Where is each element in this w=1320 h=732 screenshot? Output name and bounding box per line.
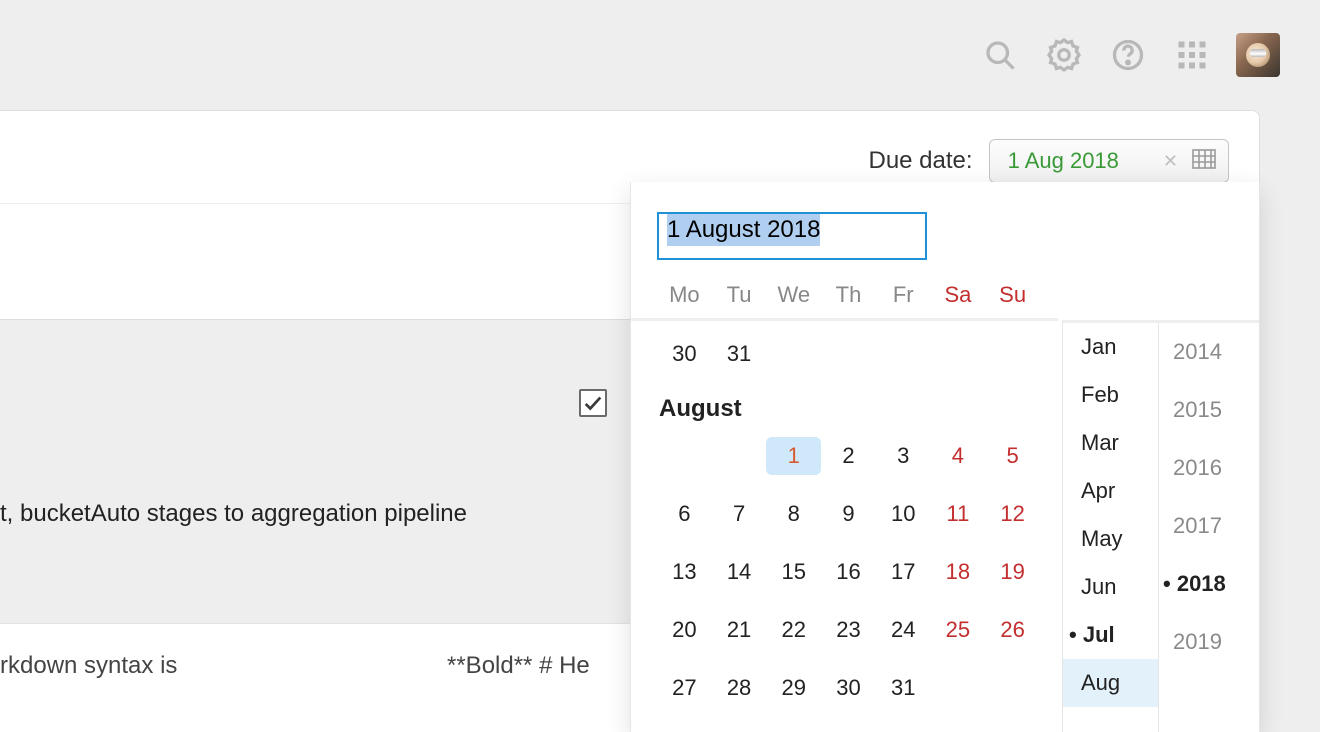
year-list: 201420152016201720182019 (1159, 323, 1259, 732)
day-of-week-header: MoTuWeThFrSaSu (657, 282, 1040, 308)
month-option[interactable]: May (1063, 515, 1158, 563)
day-cell[interactable]: 27 (657, 669, 712, 707)
day-cell[interactable]: 30 (821, 669, 876, 707)
dow-cell: Fr (876, 282, 931, 308)
day-cell[interactable]: 19 (985, 553, 1040, 591)
year-option[interactable]: 2018 (1159, 555, 1259, 613)
calendar-grid-icon[interactable] (1192, 149, 1216, 174)
day-cell[interactable]: 29 (766, 669, 821, 707)
day-cell[interactable]: 16 (821, 553, 876, 591)
day-cell[interactable]: 18 (931, 553, 986, 591)
date-input[interactable]: 1 August 2018 (657, 212, 927, 260)
month-option[interactable]: Mar (1063, 419, 1158, 467)
due-date-value: 1 Aug 2018 (1008, 148, 1119, 174)
day-cell[interactable]: 12 (985, 495, 1040, 533)
dow-cell: Sa (931, 282, 986, 308)
day-cell[interactable]: 13 (657, 553, 712, 591)
day-cell[interactable]: 2 (821, 437, 876, 475)
prev-month-tail: 3031 (657, 335, 1040, 373)
day-cell[interactable]: 31 (876, 669, 931, 707)
day-cell[interactable]: 4 (931, 437, 986, 475)
help-icon[interactable] (1108, 35, 1148, 75)
day-cell[interactable]: 1 (766, 437, 821, 475)
month-option[interactable]: Feb (1063, 371, 1158, 419)
year-option[interactable]: 2017 (1159, 497, 1259, 555)
year-option[interactable]: 2014 (1159, 323, 1259, 381)
month-option[interactable]: Aug (1063, 659, 1158, 707)
day-cell[interactable]: 31 (712, 335, 767, 373)
day-cell[interactable]: 3 (876, 437, 931, 475)
header-divider (631, 318, 1058, 321)
day-cell[interactable]: 7 (712, 495, 767, 533)
day-cell[interactable]: 15 (766, 553, 821, 591)
day-cell[interactable]: 26 (985, 611, 1040, 649)
day-cell[interactable]: 24 (876, 611, 931, 649)
day-cell[interactable]: 23 (821, 611, 876, 649)
day-cell[interactable]: 30 (657, 335, 712, 373)
background-text-line1: t, bucketAuto stages to aggregation pipe… (0, 500, 467, 528)
due-date-button[interactable]: 1 Aug 2018 ✕ (989, 139, 1229, 183)
background-text-line2-right: **Bold** # He (447, 652, 590, 680)
calendar-grid: 1234567891011121314151617181920212223242… (657, 437, 1040, 707)
dow-cell: Su (985, 282, 1040, 308)
day-cell[interactable]: 25 (931, 611, 986, 649)
dow-cell: Tu (712, 282, 767, 308)
day-cell[interactable]: 22 (766, 611, 821, 649)
month-list: JanFebMarAprMayJunJulAug (1063, 323, 1159, 732)
dow-cell: Mo (657, 282, 712, 308)
day-cell[interactable]: 6 (657, 495, 712, 533)
task-checkbox[interactable] (579, 389, 607, 417)
datepicker-popover: 1 August 2018 MoTuWeThFrSaSu 3031 August… (630, 182, 1260, 732)
day-cell[interactable]: 28 (712, 669, 767, 707)
month-option[interactable]: Jun (1063, 563, 1158, 611)
month-option[interactable]: Jul (1063, 611, 1158, 659)
day-cell[interactable]: 10 (876, 495, 931, 533)
day-cell[interactable]: 20 (657, 611, 712, 649)
day-cell[interactable]: 17 (876, 553, 931, 591)
due-date-label: Due date: (868, 147, 972, 175)
year-option[interactable]: 2015 (1159, 381, 1259, 439)
day-cell[interactable]: 14 (712, 553, 767, 591)
day-cell[interactable]: 5 (985, 437, 1040, 475)
clear-date-icon[interactable]: ✕ (1163, 151, 1178, 172)
day-cell[interactable]: 8 (766, 495, 821, 533)
checkbox-container (579, 389, 607, 417)
month-label: August (659, 395, 1040, 423)
gear-icon[interactable] (1044, 35, 1084, 75)
day-cell[interactable]: 9 (821, 495, 876, 533)
calendar-main: MoTuWeThFrSaSu 3031 August 1234567891011… (631, 282, 1062, 732)
day-cell[interactable]: 21 (712, 611, 767, 649)
day-cell[interactable]: 11 (931, 495, 986, 533)
month-option[interactable]: Jan (1063, 323, 1158, 371)
year-option[interactable]: 2016 (1159, 439, 1259, 497)
month-option[interactable]: Apr (1063, 467, 1158, 515)
apps-grid-icon[interactable] (1172, 35, 1212, 75)
datepicker-body: MoTuWeThFrSaSu 3031 August 1234567891011… (631, 282, 1259, 732)
year-option[interactable]: 2019 (1159, 613, 1259, 671)
search-icon[interactable] (980, 35, 1020, 75)
topbar (980, 0, 1320, 110)
background-text-line2-left: rkdown syntax is (0, 652, 177, 680)
calendar-aside: JanFebMarAprMayJunJulAug 201420152016201… (1062, 320, 1259, 732)
date-input-value: 1 August 2018 (667, 214, 820, 246)
avatar[interactable] (1236, 33, 1280, 77)
dow-cell: We (766, 282, 821, 308)
dow-cell: Th (821, 282, 876, 308)
